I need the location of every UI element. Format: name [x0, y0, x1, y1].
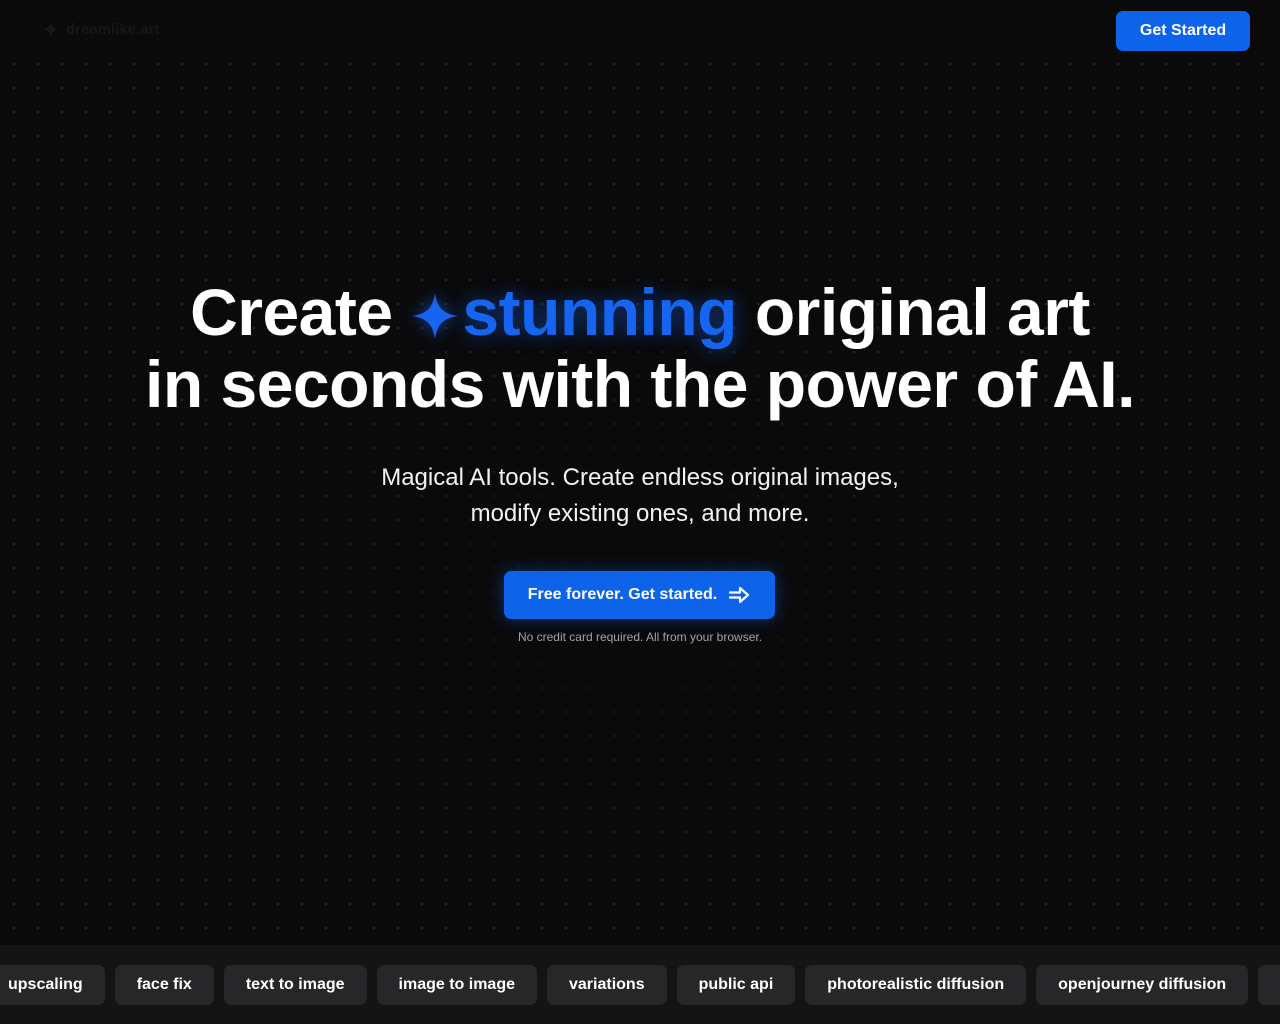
hero-subtitle-line-1: Magical AI tools. Create endless origina…: [381, 464, 899, 491]
feature-tag-strip: upscaling face fix text to image image t…: [0, 945, 1280, 1024]
site-header: dreamlike.art Get Started: [0, 0, 1280, 62]
feature-tag-public-api[interactable]: public api: [676, 965, 796, 1005]
free-forever-button-label: Free forever. Get started.: [527, 586, 718, 603]
feature-tag-image-to-image[interactable]: image to image: [376, 965, 537, 1005]
arrow-right-icon: [729, 586, 750, 604]
feature-tag-row: upscaling face fix text to image image t…: [0, 965, 1280, 1005]
feature-tag-text-to-image[interactable]: text to image: [223, 965, 367, 1005]
feature-tag-face-fix[interactable]: face fix: [114, 965, 214, 1005]
hero-title-accent: stunning: [462, 275, 737, 349]
no-credit-card-note: No credit card required. All from your b…: [517, 630, 763, 644]
feature-tag-upscaling[interactable]: upscaling: [0, 965, 105, 1005]
logo-link[interactable]: dreamlike.art: [42, 20, 159, 38]
sparkle-icon: [42, 20, 60, 38]
get-started-button[interactable]: Get Started: [1116, 11, 1250, 51]
hero-title-line-2: in seconds with the power of AI.: [145, 347, 1135, 421]
hero-title-rest: original art: [754, 275, 1091, 349]
hero-subtitle: Magical AI tools. Create endless origina…: [0, 460, 1280, 532]
landing-page: dreamlike.art Get Started Create stunnin…: [0, 0, 1280, 1024]
hero-title-word-create: Create: [190, 275, 393, 349]
hero-subtitle-line-2: modify existing ones, and more.: [470, 500, 810, 527]
feature-tag-openjourney-diffusion[interactable]: openjourney diffusion: [1036, 965, 1249, 1005]
feature-tag-partial[interactable]: [1258, 965, 1280, 1005]
feature-tag-variations[interactable]: variations: [547, 965, 667, 1005]
hero-title-line-1: Create stunning original art: [0, 276, 1280, 348]
free-forever-button[interactable]: Free forever. Get started.: [504, 571, 775, 619]
hero-title: Create stunning original art in seconds …: [0, 276, 1280, 420]
logo-text: dreamlike.art: [66, 20, 160, 38]
feature-tag-photorealistic-diffusion[interactable]: photorealistic diffusion: [805, 965, 1027, 1005]
sparkle-icon: [412, 293, 459, 339]
